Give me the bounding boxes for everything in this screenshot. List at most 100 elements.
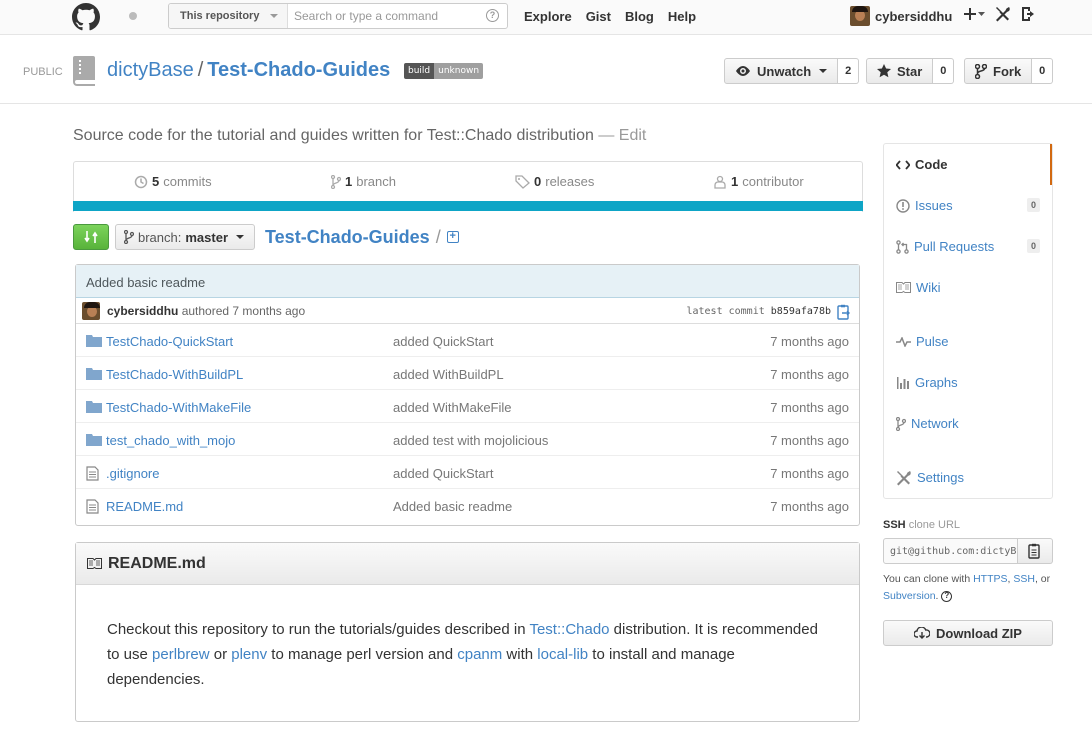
clone-https-link[interactable]: HTTPS	[973, 573, 1007, 585]
sidebar-item-settings[interactable]: Settings	[884, 457, 1052, 498]
releases-stat[interactable]: 0 releases	[515, 174, 594, 189]
branches-stat[interactable]: 1 branch	[331, 174, 396, 189]
edit-description-link[interactable]: — Edit	[598, 127, 646, 144]
stars-count[interactable]: 0	[933, 58, 955, 84]
download-zip-button[interactable]: Download ZIP	[883, 620, 1053, 646]
create-new-icon[interactable]	[964, 8, 985, 20]
search-input[interactable]	[289, 4, 479, 28]
new-file-icon[interactable]: +	[446, 231, 459, 243]
search-help-icon[interactable]: ?	[486, 9, 499, 22]
sign-out-icon[interactable]	[1021, 6, 1037, 22]
fork-button[interactable]: Fork	[964, 58, 1033, 84]
language-bar[interactable]	[73, 201, 863, 211]
clone-url-field[interactable]	[883, 538, 1018, 564]
file-commit-message[interactable]: Added basic readme	[393, 499, 512, 514]
readme-text: or	[209, 646, 232, 663]
readme-text: Checkout this repository to run the tuto…	[107, 621, 530, 638]
star-group: Star 0	[866, 58, 955, 84]
github-logo-icon[interactable]	[72, 3, 100, 31]
watch-group: Unwatch 2	[724, 58, 860, 84]
browse-code-icon[interactable]	[837, 304, 851, 320]
file-name-link[interactable]: TestChado-WithBuildPL	[106, 367, 243, 382]
contributors-stat[interactable]: 1 contributor	[713, 174, 804, 189]
unwatch-button[interactable]: Unwatch	[724, 58, 839, 84]
file-commit-message[interactable]: added WithBuildPL	[393, 367, 504, 382]
commit-author-line: cybersiddhu authored 7 months ago	[107, 304, 305, 318]
file-name-link[interactable]: .gitignore	[106, 466, 159, 481]
file-row[interactable]: README.md Added basic readme 7 months ag…	[76, 489, 859, 522]
sidebar-item-label: Pull Requests	[914, 239, 995, 254]
cpanm-link[interactable]: cpanm	[457, 646, 502, 663]
sidebar-item-pulse[interactable]: Pulse	[884, 321, 1052, 362]
file-commit-message[interactable]: added test with mojolicious	[393, 433, 548, 448]
test-chado-link[interactable]: Test::Chado	[529, 621, 609, 638]
commit-sha-link[interactable]: b859afa78b	[771, 306, 831, 317]
file-name-link[interactable]: TestChado-QuickStart	[106, 334, 233, 349]
sidebar-item-issues[interactable]: Issues 0	[884, 185, 1052, 226]
copy-clipboard-button[interactable]	[1018, 538, 1053, 564]
sidebar-item-code[interactable]: Code	[884, 144, 1052, 185]
file-age: 7 months ago	[770, 400, 849, 415]
commits-stat[interactable]: 5 commits	[134, 174, 212, 189]
file-list: Added basic readme cybersiddhu authored …	[75, 264, 860, 526]
file-row[interactable]: TestChado-WithBuildPL added WithBuildPL …	[76, 357, 859, 390]
question-icon[interactable]: ?	[941, 590, 953, 602]
perlbrew-link[interactable]: perlbrew	[152, 646, 210, 663]
file-name-link[interactable]: test_chado_with_mojo	[106, 433, 235, 448]
last-commit-message[interactable]: Added basic readme	[76, 265, 859, 298]
file-commit-message[interactable]: added QuickStart	[393, 334, 493, 349]
sidebar-item-network[interactable]: Network	[884, 403, 1052, 444]
command-bar: This repository ?	[168, 3, 508, 29]
sidebar-item-graphs[interactable]: Graphs	[884, 362, 1052, 403]
clone-help-or: , or	[1034, 573, 1051, 585]
watchers-count[interactable]: 2	[838, 58, 860, 84]
file-name-link[interactable]: TestChado-WithMakeFile	[106, 400, 251, 415]
clone-ssh-link[interactable]: SSH	[1013, 573, 1035, 585]
forks-count[interactable]: 0	[1032, 58, 1054, 84]
search-scope-selector[interactable]: This repository	[169, 4, 288, 28]
sidebar-item-label: Graphs	[915, 375, 958, 390]
nav-explore-link[interactable]: Explore	[524, 9, 572, 24]
notification-indicator-icon[interactable]	[129, 12, 137, 20]
file-row[interactable]: test_chado_with_mojo added test with moj…	[76, 423, 859, 456]
compare-pull-request-button[interactable]	[73, 224, 109, 250]
branch-label: branch	[356, 174, 396, 189]
nav-help-link[interactable]: Help	[668, 9, 696, 24]
star-button[interactable]: Star	[866, 58, 934, 84]
file-row[interactable]: TestChado-WithMakeFile added WithMakeFil…	[76, 390, 859, 423]
network-icon	[896, 416, 906, 431]
sidebar-item-label: Wiki	[916, 280, 941, 295]
file-name-link[interactable]: README.md	[106, 499, 183, 514]
commit-authored-time: authored 7 months ago	[181, 304, 306, 318]
file-commit-message[interactable]: added WithMakeFile	[393, 400, 512, 415]
repo-title: dictyBase / Test-Chado-Guides	[107, 59, 390, 82]
clone-help-period: .	[935, 590, 939, 602]
sidebar-item-label: Issues	[915, 198, 953, 213]
branch-count: 1	[345, 174, 353, 189]
top-nav: Explore Gist Blog Help	[524, 9, 696, 24]
nav-gist-link[interactable]: Gist	[586, 9, 611, 24]
branch-prefix: branch:	[138, 229, 182, 245]
commits-count: 5	[152, 174, 160, 189]
user-menu[interactable]: cybersiddhu	[850, 6, 952, 26]
file-row[interactable]: TestChado-QuickStart added QuickStart 7 …	[76, 324, 859, 357]
sidebar-item-pull-requests[interactable]: Pull Requests 0	[884, 226, 1052, 267]
local-lib-link[interactable]: local-lib	[537, 646, 588, 663]
description-text: Source code for the tutorial and guides …	[73, 127, 594, 144]
commit-author[interactable]: cybersiddhu	[107, 304, 178, 318]
visibility-label: PUBLIC	[23, 66, 63, 78]
breadcrumb-repo-link[interactable]: Test-Chado-Guides	[265, 227, 430, 248]
releases-count: 0	[534, 174, 542, 189]
tag-icon	[515, 174, 530, 189]
tools-settings-icon[interactable]	[995, 6, 1011, 22]
branch-selector[interactable]: branch: master	[115, 224, 256, 250]
file-commit-message[interactable]: added QuickStart	[393, 466, 493, 481]
repo-name-link[interactable]: Test-Chado-Guides	[207, 59, 390, 81]
plenv-link[interactable]: plenv	[231, 646, 267, 663]
nav-blog-link[interactable]: Blog	[625, 9, 654, 24]
build-status-badge[interactable]: build unknown	[404, 63, 484, 79]
clone-subversion-link[interactable]: Subversion	[883, 590, 936, 602]
sidebar-item-wiki[interactable]: Wiki	[884, 267, 1052, 308]
file-row[interactable]: .gitignore added QuickStart 7 months ago	[76, 456, 859, 489]
repo-owner-link[interactable]: dictyBase	[107, 59, 194, 81]
